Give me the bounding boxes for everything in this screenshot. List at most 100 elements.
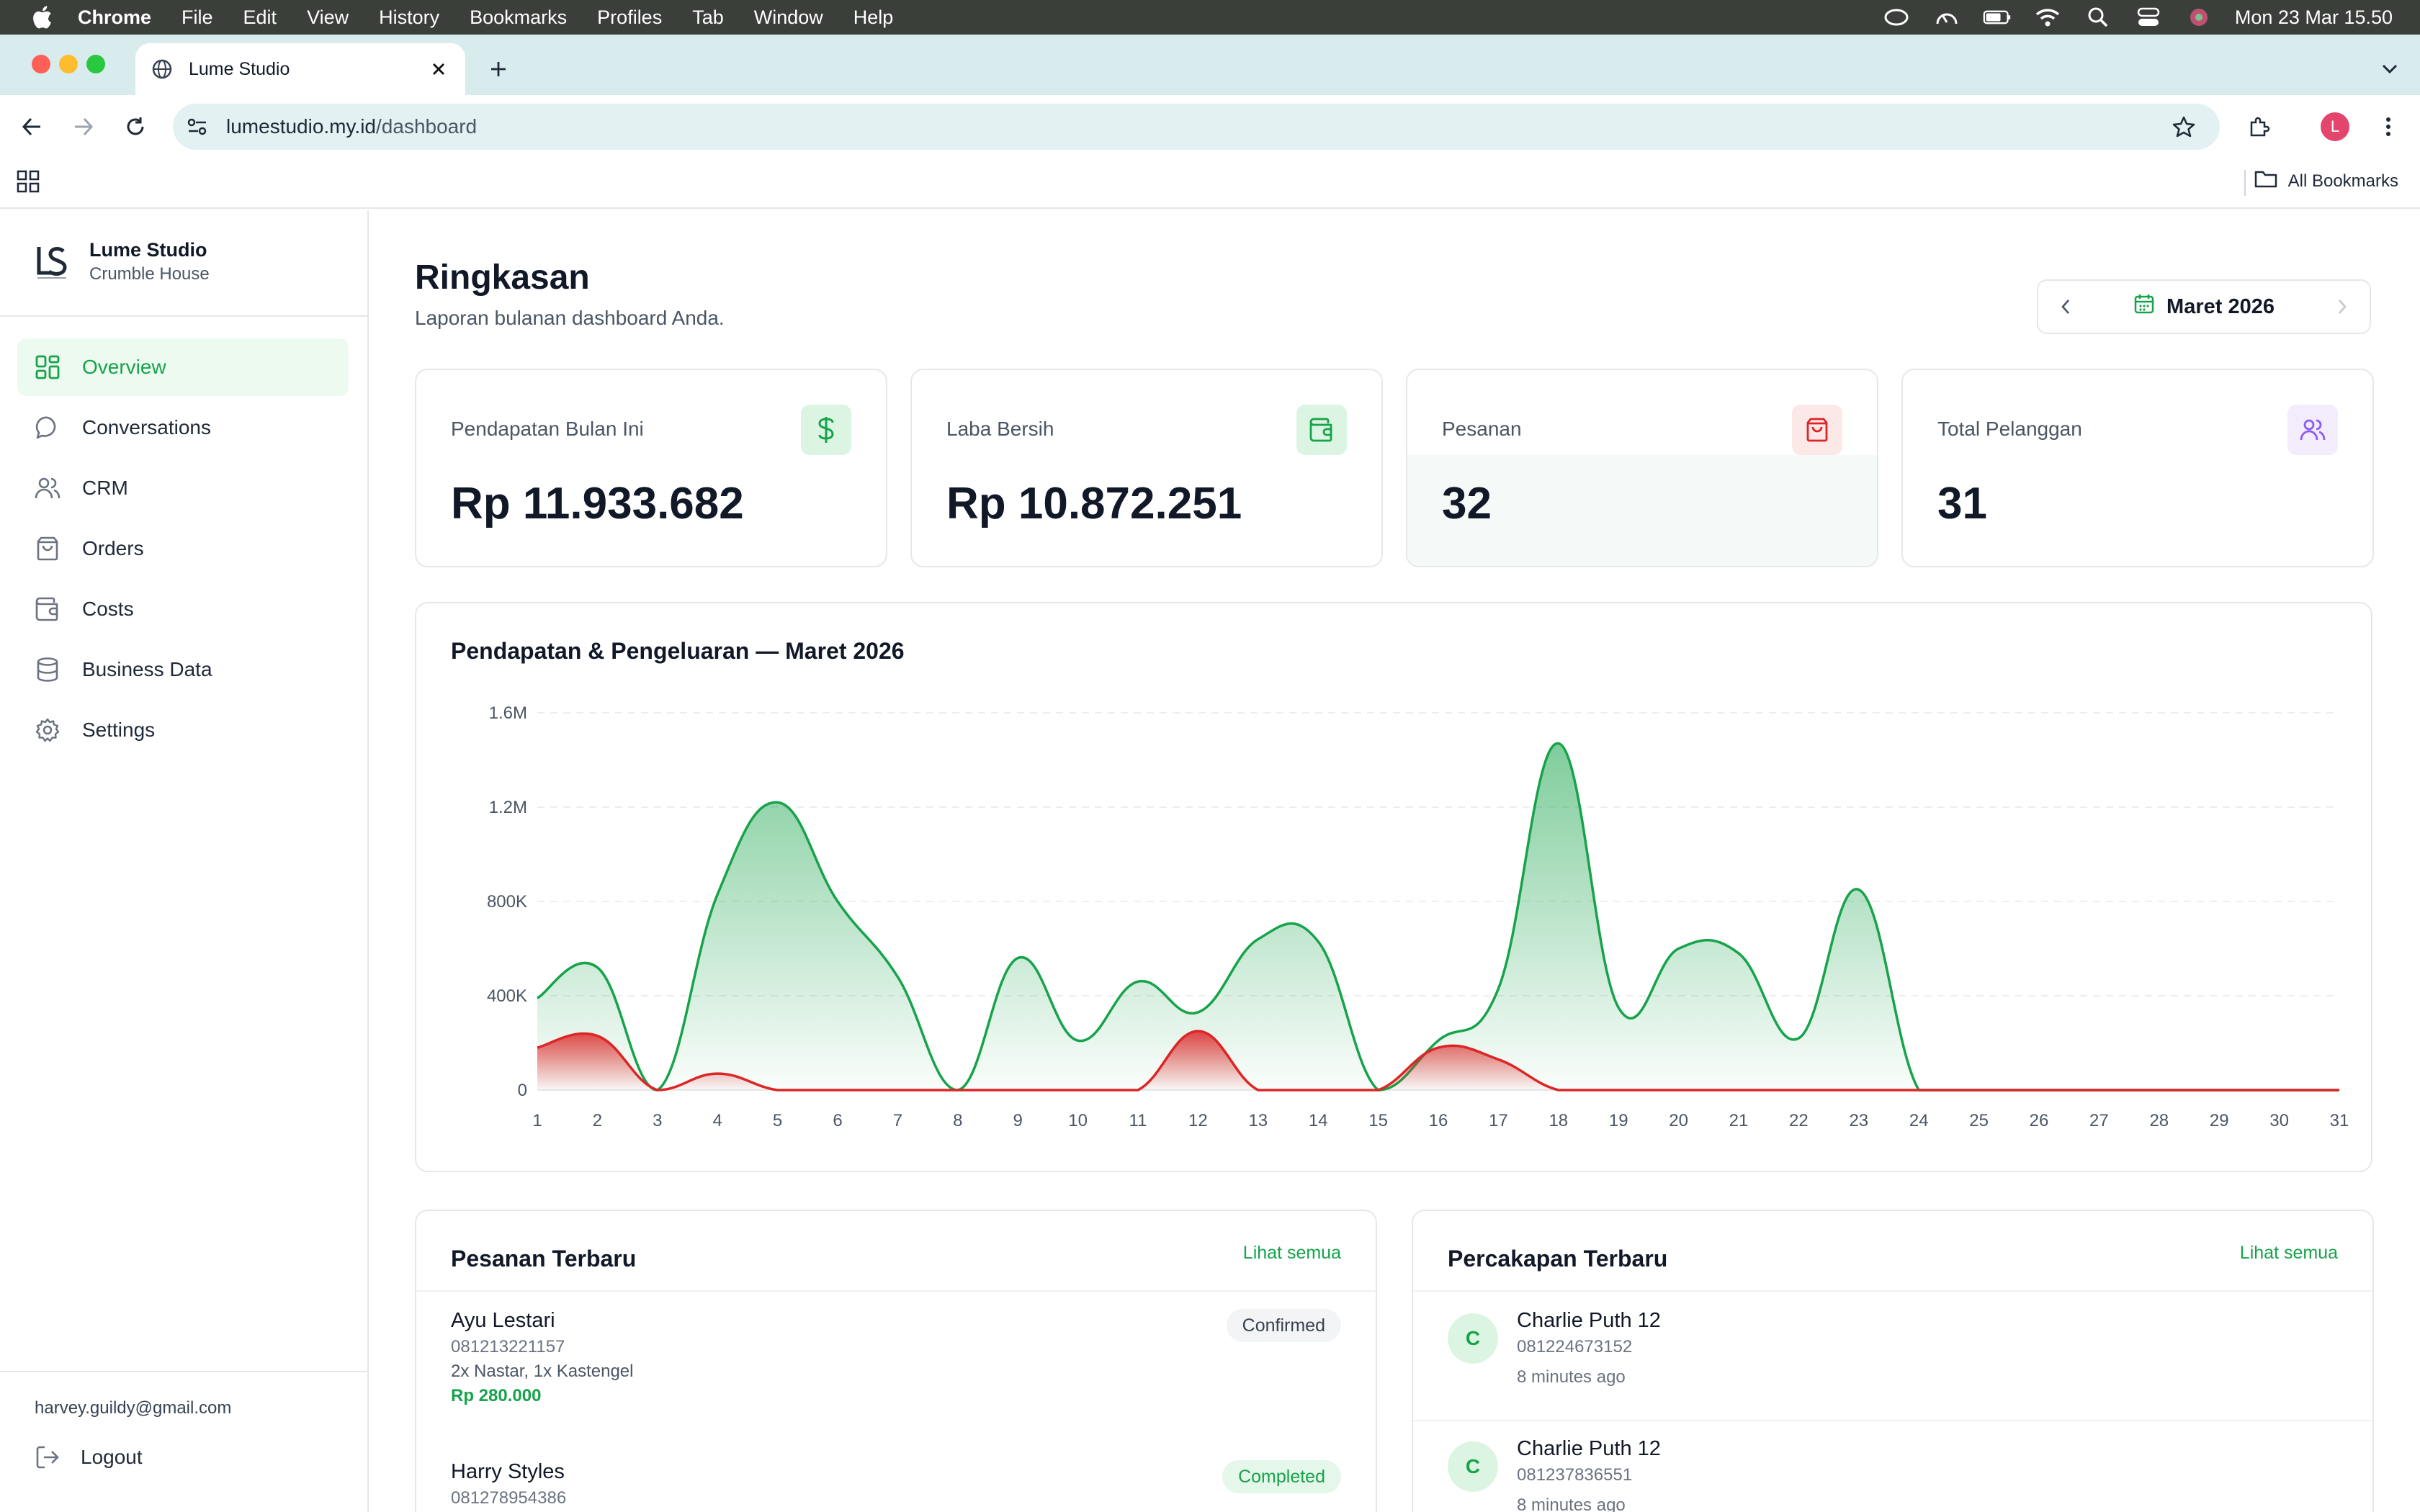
- battery-icon[interactable]: [1983, 3, 2012, 32]
- tab-title: Lume Studio: [189, 58, 290, 79]
- database-icon: [33, 655, 62, 684]
- site-settings-icon[interactable]: [183, 112, 212, 141]
- menu-profiles[interactable]: Profiles: [597, 6, 662, 29]
- creative-cloud-icon[interactable]: [1882, 3, 1911, 32]
- spotlight-search-icon[interactable]: [2084, 3, 2112, 32]
- menu-window[interactable]: Window: [754, 6, 823, 29]
- stat-label: Pesanan: [1442, 418, 1522, 440]
- window-close-button[interactable]: [32, 55, 50, 73]
- sidebar-item-crm[interactable]: CRM: [17, 459, 349, 517]
- close-tab-icon[interactable]: [428, 58, 449, 80]
- month-picker-current[interactable]: Maret 2026: [2133, 293, 2275, 320]
- window-minimize-button[interactable]: [59, 55, 78, 73]
- stat-value: Rp 11.933.682: [451, 479, 744, 528]
- tab-search-chevron-icon[interactable]: [2374, 53, 2406, 85]
- x-tick-label: 18: [1549, 1111, 1568, 1130]
- orders-see-all-link[interactable]: Lihat semua: [1243, 1243, 1341, 1264]
- profile-avatar[interactable]: L: [2321, 112, 2349, 141]
- browser-tab-active[interactable]: Lume Studio: [135, 43, 465, 95]
- conversation-phone: 081237836551: [1517, 1465, 1633, 1485]
- reload-icon[interactable]: [120, 111, 151, 143]
- dashboard-main: Ringkasan Laporan bulanan dashboard Anda…: [369, 210, 2420, 1512]
- x-tick-label: 1: [532, 1111, 542, 1130]
- stat-value: 31: [1937, 479, 1987, 528]
- all-bookmarks-button[interactable]: All Bookmarks: [2254, 168, 2398, 194]
- sidebar-item-orders[interactable]: Orders: [17, 520, 349, 577]
- sidebar-item-label: Settings: [82, 719, 156, 741]
- status-badge: Confirmed: [1226, 1309, 1341, 1342]
- sidebar-item-label: CRM: [82, 477, 128, 499]
- bookmark-star-icon[interactable]: [2169, 112, 2198, 141]
- status-badge: Completed: [1222, 1460, 1341, 1493]
- menu-help[interactable]: Help: [853, 6, 894, 29]
- address-bar[interactable]: lumestudio.my.id/dashboard: [173, 104, 2220, 150]
- url-text[interactable]: lumestudio.my.id/dashboard: [226, 115, 477, 138]
- gauge-icon[interactable]: [1932, 3, 1961, 32]
- x-tick-label: 5: [773, 1111, 782, 1130]
- conversations-see-all-link[interactable]: Lihat semua: [2240, 1243, 2338, 1264]
- apple-icon[interactable]: [27, 3, 56, 32]
- x-tick-label: 12: [1188, 1111, 1208, 1130]
- x-tick-label: 7: [893, 1111, 902, 1130]
- y-tick-label: 800K: [487, 892, 527, 912]
- previous-month-chevron-icon[interactable]: [2053, 294, 2079, 320]
- menu-file[interactable]: File: [182, 6, 213, 29]
- conversation-name: Charlie Puth 12: [1517, 1309, 1661, 1332]
- sidebar-item-label: Conversations: [82, 416, 211, 438]
- sidebar-item-business-data[interactable]: Business Data: [17, 641, 349, 698]
- chrome-menu-kebab-icon[interactable]: [2372, 111, 2404, 143]
- x-tick-label: 16: [1429, 1111, 1448, 1130]
- order-customer-name: Ayu Lestari: [451, 1309, 555, 1332]
- income-expense-chart-card: Pendapatan & Pengeluaran — Maret 2026 04…: [415, 602, 2372, 1172]
- menu-tab[interactable]: Tab: [692, 6, 724, 29]
- x-tick-label: 28: [2149, 1111, 2169, 1130]
- order-item[interactable]: Harry Styles 081278954386 Completed: [451, 1460, 1341, 1508]
- forward-arrow-icon[interactable]: [68, 111, 99, 143]
- stat-card-customers: Total Pelanggan 31: [1901, 369, 2374, 567]
- wifi-icon[interactable]: [2033, 3, 2062, 32]
- menu-clock[interactable]: Mon 23 Mar 15.50: [2235, 6, 2393, 29]
- control-center-icon[interactable]: [2134, 3, 2163, 32]
- order-item[interactable]: Ayu Lestari 081213221157 2x Nastar, 1x K…: [451, 1309, 1341, 1406]
- y-tick-label: 1.6M: [489, 703, 527, 723]
- extensions-puzzle-icon[interactable]: [2243, 111, 2275, 143]
- sidebar-item-costs[interactable]: Costs: [17, 580, 349, 638]
- back-arrow-icon[interactable]: [16, 111, 48, 143]
- calendar-icon: [2133, 293, 2155, 320]
- x-tick-label: 10: [1068, 1111, 1088, 1130]
- month-label: Maret 2026: [2166, 294, 2275, 318]
- new-tab-icon[interactable]: [484, 55, 513, 84]
- recent-conversations-title: Percakapan Terbaru: [1448, 1246, 1668, 1272]
- menu-edit[interactable]: Edit: [243, 6, 277, 29]
- sidebar-item-settings[interactable]: Settings: [17, 701, 349, 759]
- browser-tab-strip: Lume Studio: [0, 35, 2420, 95]
- menu-app-chrome[interactable]: Chrome: [78, 6, 151, 29]
- income-series-area: [537, 743, 2339, 1090]
- conversation-item[interactable]: C Charlie Puth 12 081224673152 8 minutes…: [1413, 1292, 2372, 1421]
- menu-history[interactable]: History: [379, 6, 439, 29]
- browser-toolbar: lumestudio.my.id/dashboard L: [0, 95, 2420, 158]
- all-bookmarks-label: All Bookmarks: [2287, 171, 2398, 191]
- sidebar-item-conversations[interactable]: Conversations: [17, 399, 349, 456]
- logout-button[interactable]: Logout: [33, 1443, 143, 1472]
- order-phone: 081278954386: [451, 1488, 567, 1508]
- conversation-item[interactable]: C Charlie Puth 12 081237836551 8 minutes…: [1413, 1420, 2372, 1512]
- brand-subtitle: Crumble House: [89, 264, 210, 284]
- url-host: lumestudio.my.id: [226, 115, 377, 138]
- window-zoom-button[interactable]: [86, 55, 105, 73]
- sidebar-item-overview[interactable]: Overview: [17, 338, 349, 396]
- status-menu-icon[interactable]: [2184, 3, 2213, 32]
- x-tick-label: 26: [2030, 1111, 2049, 1130]
- x-tick-label: 9: [1013, 1111, 1023, 1130]
- brand[interactable]: Lume Studio Crumble House: [35, 239, 210, 284]
- menu-bookmarks[interactable]: Bookmarks: [470, 6, 567, 29]
- shopping-bag-icon: [1792, 405, 1842, 455]
- x-tick-label: 31: [2330, 1111, 2349, 1130]
- x-tick-label: 3: [653, 1111, 662, 1130]
- wallet-icon: [1296, 405, 1347, 455]
- apps-grid-icon[interactable]: [16, 169, 42, 195]
- y-tick-label: 400K: [487, 986, 527, 1006]
- next-month-chevron-icon[interactable]: [2329, 294, 2355, 320]
- shopping-bag-icon: [33, 534, 62, 563]
- menu-view[interactable]: View: [307, 6, 349, 29]
